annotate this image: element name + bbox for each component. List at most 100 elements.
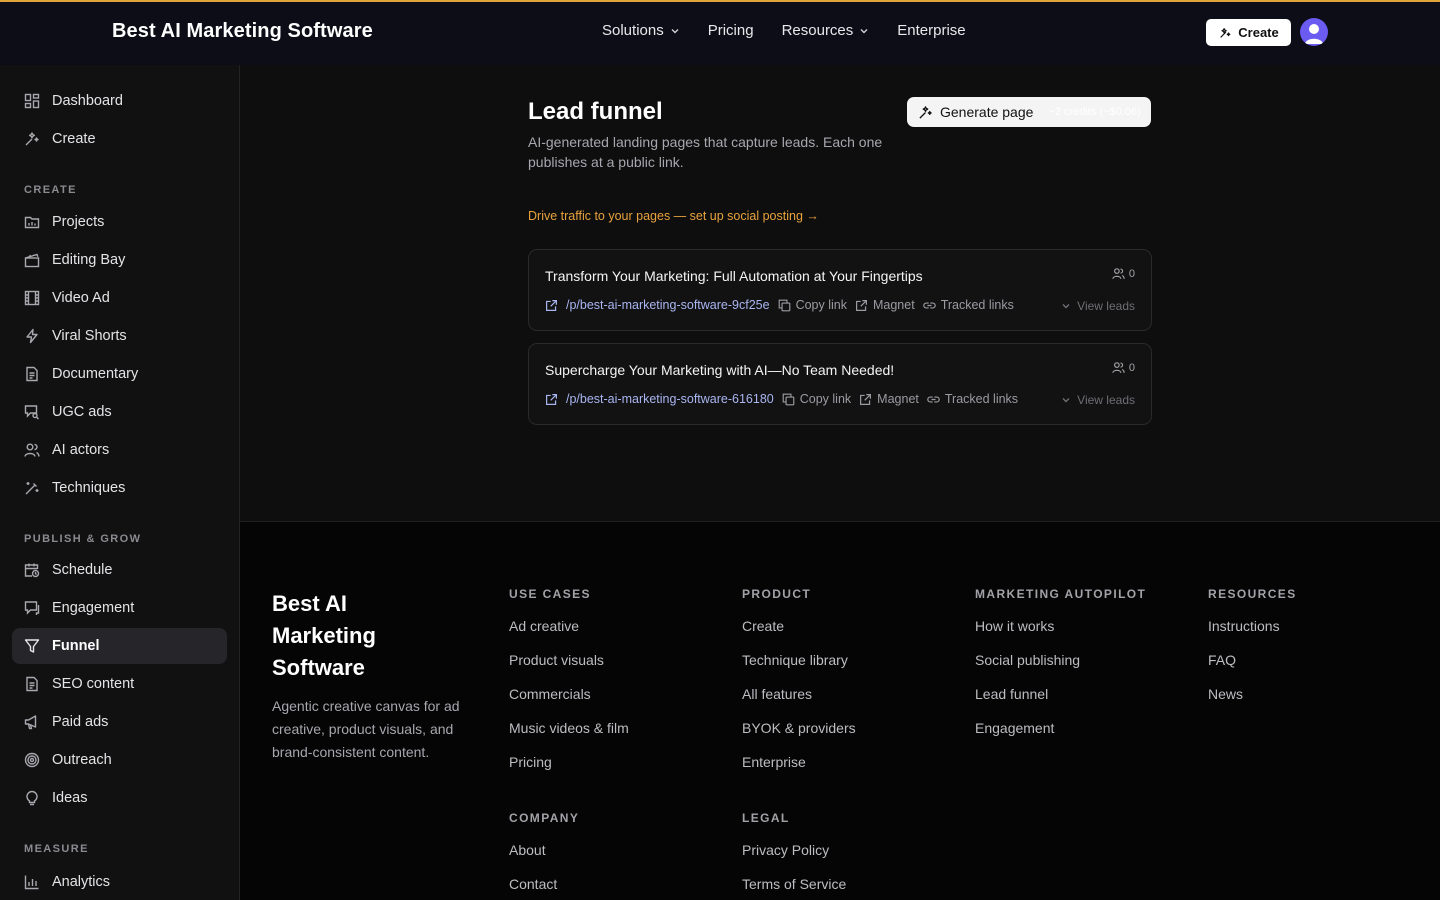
section-heading-create: CREATE [24,184,77,196]
sidebar-item-outreach[interactable]: Outreach [12,742,227,778]
sidebar-item-editing-bay[interactable]: Editing Bay [12,242,227,278]
footer-description: Agentic creative canvas for ad creative,… [272,698,460,760]
film-icon [24,290,40,306]
footer-column-company: COMPANY About Contact [509,811,579,900]
magnet-button[interactable]: Magnet [859,392,919,406]
sidebar-item-ugc-ads[interactable]: UGC ads [12,394,227,430]
landing-page-actions: /p/best-ai-marketing-software-616180 Cop… [545,392,1018,406]
copy-link-button[interactable]: Copy link [782,392,851,406]
footer-link[interactable]: Privacy Policy [742,840,846,874]
sidebar-item-label: Viral Shorts [52,328,127,344]
magnet-button[interactable]: Magnet [855,298,915,312]
sidebar-item-paid-ads[interactable]: Paid ads [12,704,227,740]
sidebar-item-label: Techniques [52,480,126,496]
sparkles-icon [919,105,932,119]
footer-link[interactable]: Commercials [509,684,629,718]
view-leads-toggle[interactable]: View leads [1061,393,1135,407]
footer-link[interactable]: Social publishing [975,650,1146,684]
copy-icon [782,393,795,405]
sidebar-item-projects[interactable]: Projects [12,204,227,240]
nav-enterprise[interactable]: Enterprise [897,22,965,39]
public-link[interactable]: /p/best-ai-marketing-software-9cf25e [545,298,770,312]
sidebar-item-seo-content[interactable]: SEO content [12,666,227,702]
nav-solutions[interactable]: Solutions [602,22,680,39]
tracked-links-button[interactable]: Tracked links [927,392,1018,406]
footer-link[interactable]: Product visuals [509,650,629,684]
footer-column-heading: USE CASES [509,587,591,601]
footer-column-heading: PRODUCT [742,587,812,601]
landing-page-card: Supercharge Your Marketing with AI—No Te… [528,343,1152,425]
sidebar-item-engagement[interactable]: Engagement [12,590,227,626]
main-content: Lead funnel AI-generated landing pages t… [240,65,1440,522]
nav-pricing[interactable]: Pricing [708,22,754,39]
sidebar: Dashboard Create CREATE Projects Editing… [0,65,240,900]
tracked-links-button[interactable]: Tracked links [922,298,1014,312]
sidebar-item-schedule[interactable]: Schedule [12,552,227,588]
sidebar-item-create[interactable]: Create [12,121,227,157]
sidebar-item-label: Engagement [52,600,135,616]
footer-column-heading: COMPANY [509,811,580,825]
footer-link[interactable]: Ad creative [509,616,629,650]
document-icon [26,676,38,692]
lead-count-value: 0 [1128,267,1135,280]
sidebar-item-ideas[interactable]: Ideas [12,780,227,816]
section-heading-publish-grow: PUBLISH & GROW [24,533,142,545]
footer-link[interactable]: Enterprise [742,752,856,786]
sidebar-item-techniques[interactable]: Techniques [12,470,227,506]
header-create-button[interactable]: Create [1206,19,1291,46]
public-link[interactable]: /p/best-ai-marketing-software-616180 [545,392,774,406]
footer-link[interactable]: Instructions [1208,616,1297,650]
footer-link[interactable]: Terms of Service [742,874,846,900]
sidebar-item-label: Documentary [52,366,139,382]
sidebar-item-funnel[interactable]: Funnel [12,628,227,664]
sidebar-item-video-ad[interactable]: Video Ad [12,280,227,316]
footer-link[interactable]: Create [742,616,856,650]
footer-link[interactable]: Engagement [975,718,1146,752]
social-posting-link[interactable]: Drive traffic to your pages — set up soc… [528,209,819,223]
megaphone-icon [24,715,37,730]
brand-logo[interactable]: Best AI Marketing Software [112,20,373,43]
sidebar-item-viral-shorts[interactable]: Viral Shorts [12,318,227,354]
sidebar-item-analytics[interactable]: Analytics [12,864,227,900]
footer-link[interactable]: Music videos & film [509,718,629,752]
footer-column-heading: MARKETING AUTOPILOT [975,587,1147,601]
nav-resources-label: Resources [781,22,854,39]
magnet-label: Magnet [872,298,915,312]
link-icon [927,395,940,403]
landing-page-title: Supercharge Your Marketing with AI—No Te… [545,362,895,378]
calendar-clock-icon [24,563,40,578]
sidebar-item-label: Projects [52,214,105,230]
user-avatar[interactable] [1300,18,1328,46]
dashboard-icon [24,93,40,109]
lead-count-value: 0 [1128,361,1135,374]
sidebar-item-ai-actors[interactable]: AI actors [12,432,227,468]
sidebar-item-dashboard[interactable]: Dashboard [12,83,227,119]
page-description: AI-generated landing pages that capture … [528,134,883,170]
footer-link[interactable]: How it works [975,616,1146,650]
site-footer: Best AI Marketing Software Agentic creat… [240,521,1440,900]
section-heading-measure: MEASURE [24,843,89,855]
sidebar-item-documentary[interactable]: Documentary [12,356,227,392]
copy-link-button[interactable]: Copy link [778,298,847,312]
footer-link[interactable]: All features [742,684,856,718]
footer-link[interactable]: Lead funnel [975,684,1146,718]
sparkles-icon [1220,27,1231,38]
footer-link[interactable]: News [1208,684,1297,718]
chevron-down-icon [1062,304,1070,309]
users-icon [1112,362,1125,373]
footer-link[interactable]: About [509,840,579,874]
footer-link[interactable]: BYOK & providers [742,718,856,752]
sparkles-icon [25,132,39,146]
footer-link[interactable]: Contact [509,874,579,900]
sidebar-item-label: Ideas [52,790,88,806]
nav-resources[interactable]: Resources [782,22,870,39]
footer-link[interactable]: FAQ [1208,650,1297,684]
footer-column-product: PRODUCT Create Technique library All fea… [742,587,856,786]
generate-page-button[interactable]: Generate page ~2 credits (~$0.06) [907,97,1151,127]
users-icon [1112,268,1125,279]
view-leads-toggle[interactable]: View leads [1061,299,1135,313]
footer-link[interactable]: Technique library [742,650,856,684]
generate-credits-note: ~2 credits (~$0.06) [1048,106,1141,118]
footer-link[interactable]: Pricing [509,752,629,786]
chevron-down-icon [671,28,679,33]
